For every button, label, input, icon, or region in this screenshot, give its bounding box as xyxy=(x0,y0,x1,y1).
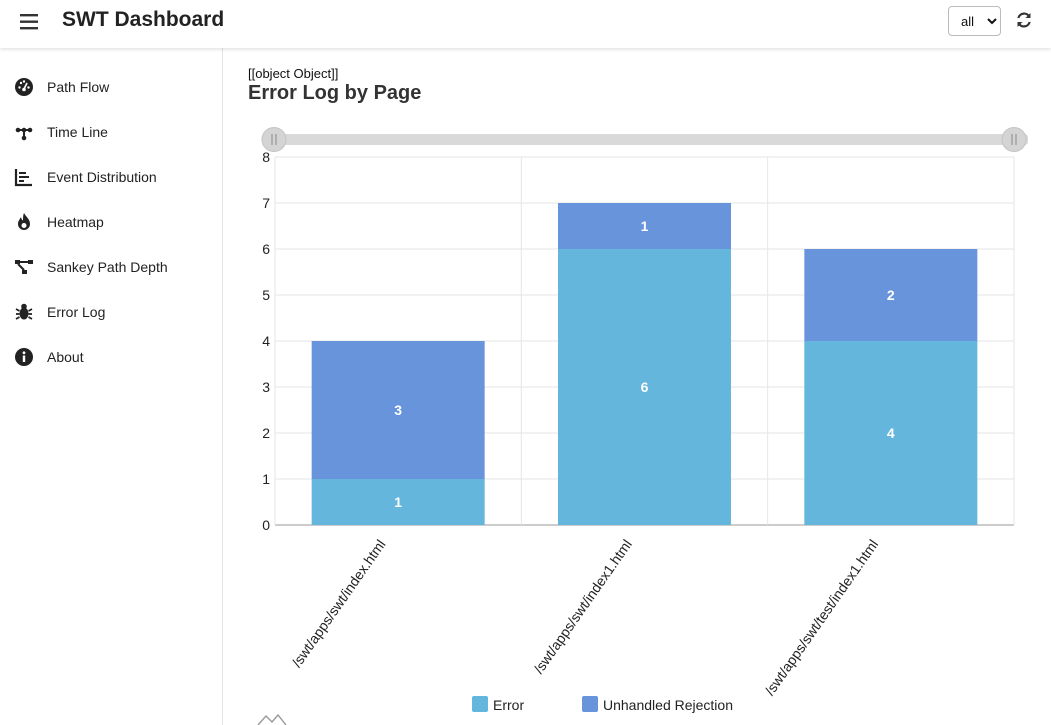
legend-swatch[interactable] xyxy=(472,696,488,712)
chart-bars xyxy=(311,203,978,525)
info-icon xyxy=(15,348,33,366)
timeline-icon xyxy=(15,127,33,141)
chart-mountain-logo xyxy=(257,713,287,725)
bar-value-label: 2 xyxy=(887,287,895,303)
bar-value-label: 1 xyxy=(641,218,649,234)
bar-value-label: 1 xyxy=(394,494,402,510)
sidebar-item-path-flow[interactable]: Path Flow xyxy=(0,68,222,108)
slider-start-handle[interactable] xyxy=(261,127,287,152)
error-log-chart: 0 1 2 3 4 5 6 7 8 1 3/swt/apps/swt/index.html 6 1/s… xyxy=(257,127,1028,725)
y-tick-label: 1 xyxy=(262,471,270,487)
x-tick-label: /swt/apps/swt/test/index1.html xyxy=(762,537,882,699)
hamburger-icon[interactable] xyxy=(18,10,42,34)
y-tick-label: 5 xyxy=(262,287,270,303)
sidebar-item-label: About xyxy=(47,349,84,365)
app-header: SWT Dashboard all xyxy=(0,0,1051,48)
legend-swatch[interactable] xyxy=(582,696,598,712)
sidebar-item-label: Error Log xyxy=(47,304,106,320)
bar-chart-icon xyxy=(14,169,32,187)
bar-value-label: 4 xyxy=(887,425,895,441)
bug-icon xyxy=(15,303,33,320)
mountain-icon xyxy=(257,713,287,725)
bar-value-label: 6 xyxy=(641,379,649,395)
dashboard-gauge-icon xyxy=(15,78,33,96)
x-tick-label: /swt/apps/swt/index1.html xyxy=(530,537,635,677)
y-tick-label: 2 xyxy=(262,425,270,441)
sidebar-item-label: Sankey Path Depth xyxy=(47,259,168,275)
sidebar-item-time-line[interactable]: Time Line xyxy=(0,113,222,153)
page-filter-select[interactable]: all xyxy=(948,6,1001,36)
sidebar-item-label: Time Line xyxy=(47,124,108,140)
app-title: SWT Dashboard xyxy=(62,8,225,31)
sidebar-nav: Path Flow Time Line Event Distribution H… xyxy=(0,48,223,725)
sidebar-item-error-log[interactable]: Error Log xyxy=(0,293,222,333)
y-tick-label: 4 xyxy=(262,333,270,349)
y-tick-label: 6 xyxy=(262,241,270,257)
legend-label[interactable]: Unhandled Rejection xyxy=(603,697,733,713)
slider-track[interactable] xyxy=(262,134,1028,145)
y-tick-label: 8 xyxy=(262,149,270,165)
sidebar-item-about[interactable]: About xyxy=(0,338,222,378)
data-zoom-slider[interactable] xyxy=(261,127,1028,152)
sidebar-item-label: Event Distribution xyxy=(47,169,157,185)
sidebar-item-event-distribution[interactable]: Event Distribution xyxy=(0,158,222,198)
bar-value-label: 3 xyxy=(394,402,402,418)
refresh-icon[interactable] xyxy=(1014,10,1034,30)
y-tick-label: 3 xyxy=(262,379,270,395)
chart-legend[interactable]: Error Unhandled Rejection xyxy=(472,696,733,713)
slider-end-handle[interactable] xyxy=(1001,127,1027,152)
y-tick-label: 0 xyxy=(262,517,270,533)
y-tick-label: 7 xyxy=(262,195,270,211)
x-tick-label: /swt/apps/swt/index.html xyxy=(288,537,388,670)
sankey-icon xyxy=(15,260,33,274)
main-content: [[object Object]] Error Log by Page 0123… xyxy=(224,48,1051,725)
sidebar-item-label: Heatmap xyxy=(47,214,104,230)
sidebar-item-heatmap[interactable]: Heatmap xyxy=(0,203,222,243)
sidebar-item-label: Path Flow xyxy=(47,79,110,95)
sidebar-item-sankey-path-depth[interactable]: Sankey Path Depth xyxy=(0,248,222,288)
legend-label[interactable]: Error xyxy=(493,697,524,713)
fire-icon xyxy=(18,213,30,230)
